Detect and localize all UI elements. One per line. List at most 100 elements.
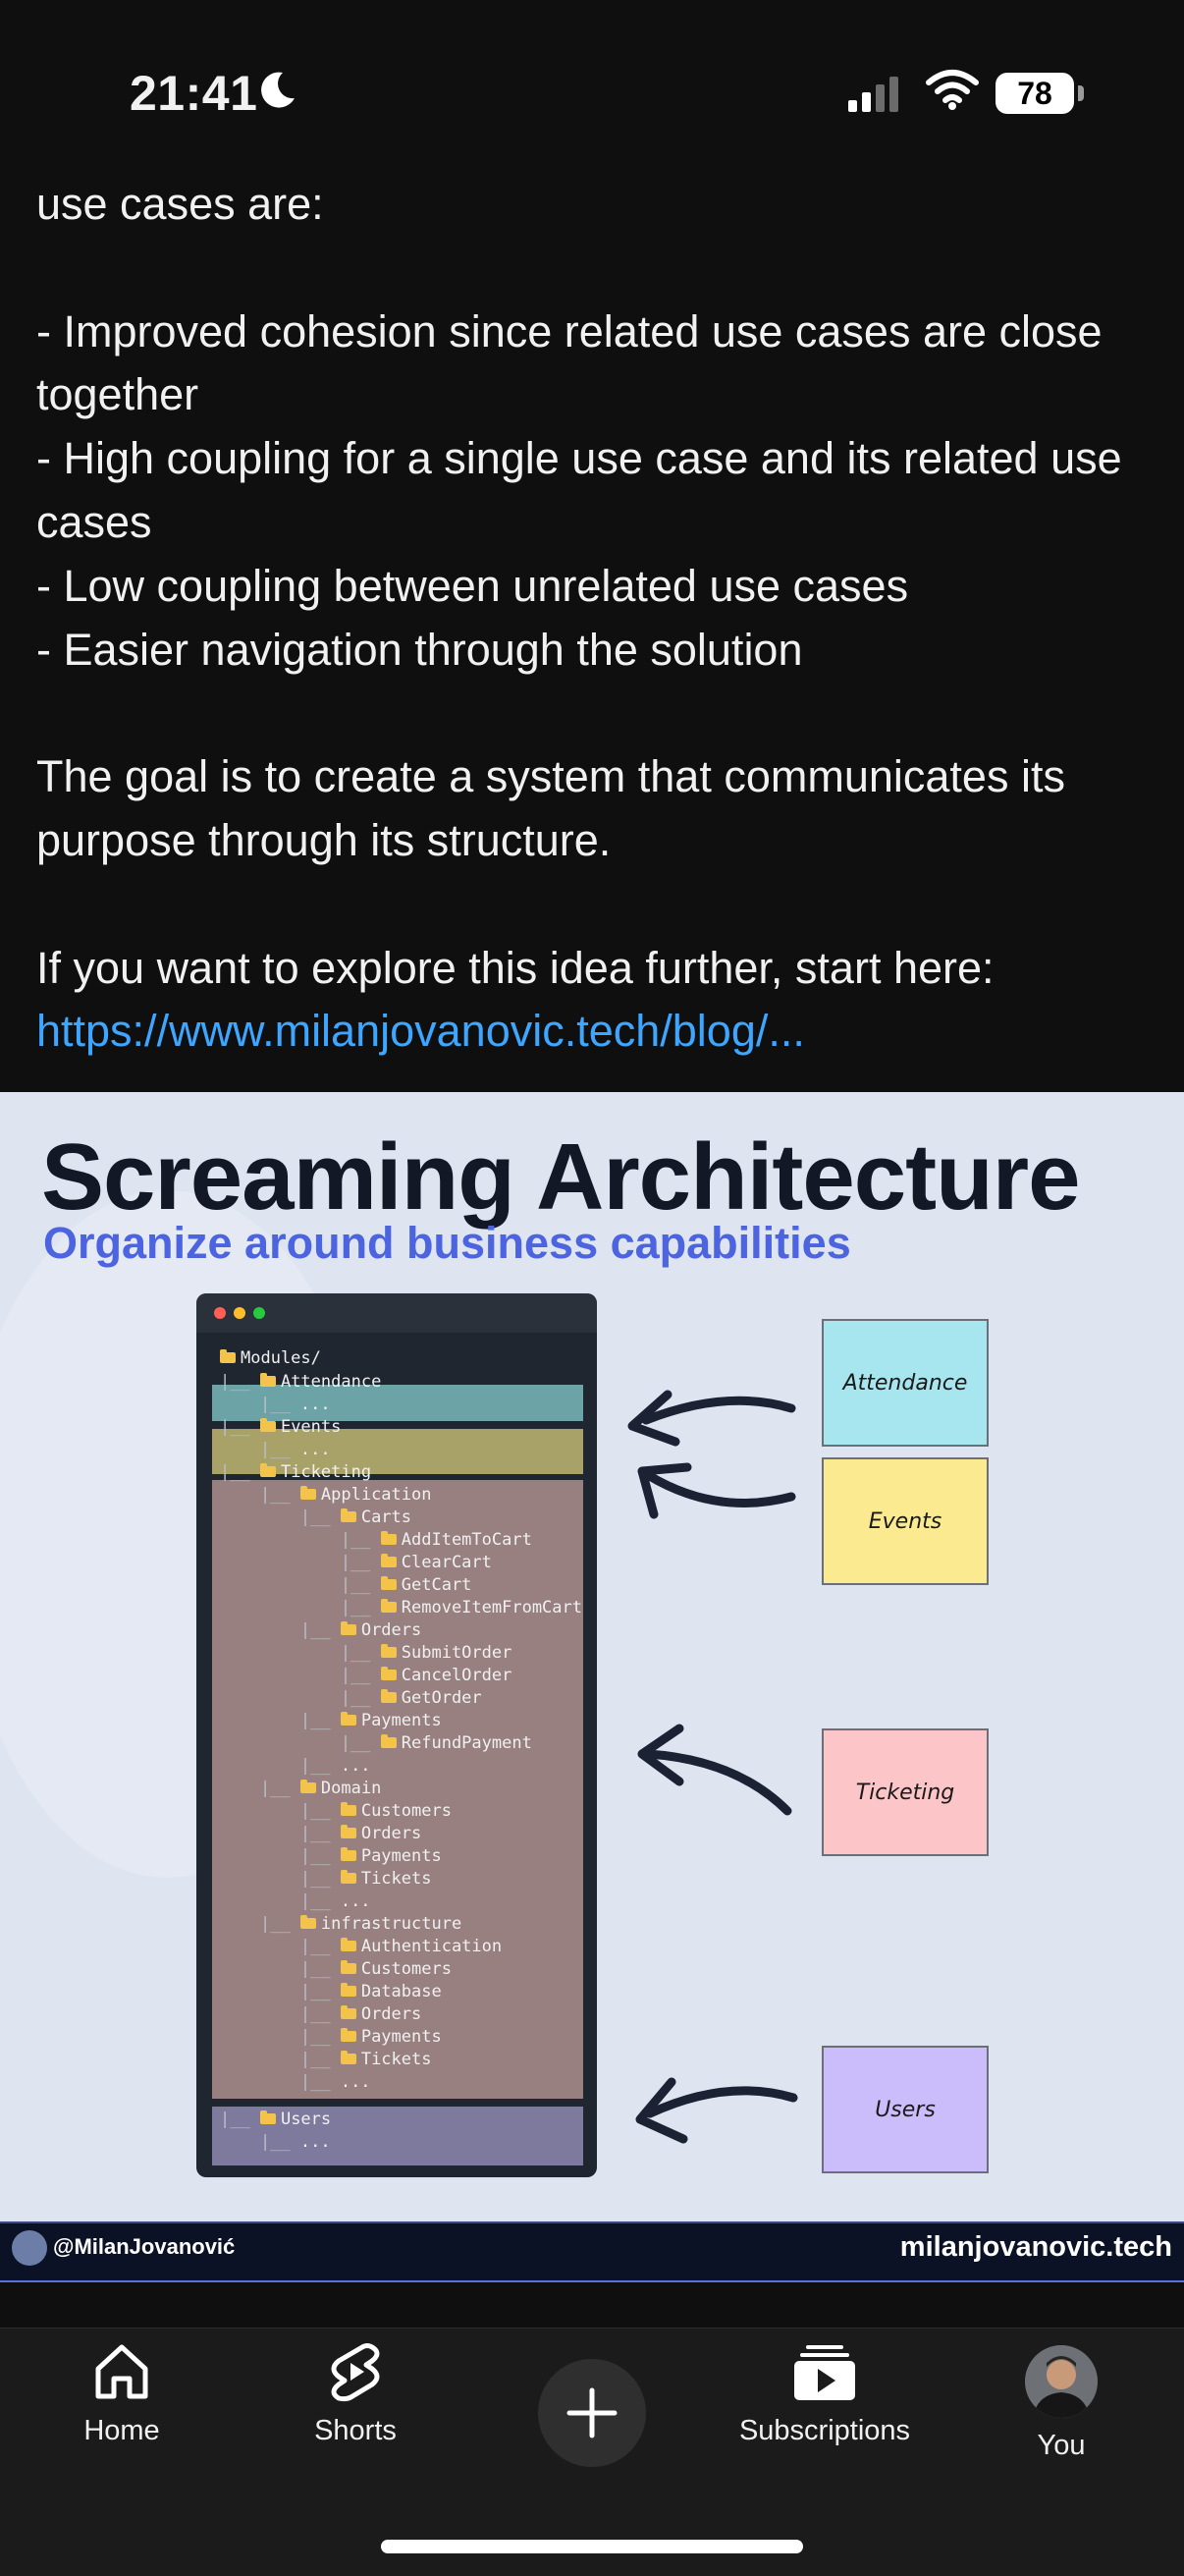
- folder-icon: [220, 1348, 236, 1363]
- tree-branch: |__: [220, 2132, 300, 2152]
- description-line: [36, 237, 1156, 301]
- tree-item: |__ CancelOrder: [220, 1666, 512, 1685]
- tree-branch: |__: [220, 1846, 341, 1866]
- tree-item-label: Carts: [360, 1507, 412, 1527]
- nav-home-label: Home: [83, 2415, 160, 2446]
- tree-item-label: Orders: [360, 1824, 422, 1843]
- attendance-card: Attendance: [822, 1319, 989, 1447]
- folder-icon: [340, 1711, 356, 1726]
- tree-item-label: Modules/: [241, 1348, 321, 1368]
- tree-item-label: Payments: [360, 1846, 442, 1866]
- nav-subscriptions[interactable]: Subscriptions: [727, 2341, 923, 2447]
- folder-icon: [340, 1982, 356, 1997]
- description-line: - Improved cohesion since related use ca…: [36, 305, 1115, 420]
- tree-branch: |__: [220, 1440, 300, 1459]
- folder-icon: [380, 1643, 397, 1658]
- tree-branch: |__: [220, 1937, 341, 1956]
- folder-icon: [340, 1824, 356, 1838]
- folder-icon: [299, 1485, 316, 1500]
- arrow-icon: [637, 1462, 796, 1519]
- video-thumbnail[interactable]: Screaming Architecture Organize around b…: [0, 1092, 1184, 2221]
- tree-branch: |__: [220, 1666, 381, 1685]
- tree-item: |__ Customers: [220, 1801, 452, 1821]
- tree-branch: |__: [220, 1711, 341, 1730]
- tree-branch: |__: [220, 1959, 341, 1979]
- tree-branch: |__: [220, 1575, 381, 1595]
- tree-item-label: Domain: [320, 1779, 382, 1798]
- folder-icon: [380, 1666, 397, 1680]
- tree-item: |__ Application: [220, 1485, 432, 1505]
- video-description: use cases are: - Improved cohesion since…: [36, 173, 1156, 1064]
- description-link[interactable]: https://www.milanjovanovic.tech/blog/...: [36, 1000, 1156, 1064]
- window-close-dot: [214, 1307, 226, 1319]
- battery-indicator: 78: [996, 73, 1074, 114]
- tree-item-label: ...: [299, 1395, 331, 1414]
- home-icon: [95, 2344, 148, 2399]
- tree-branch: |__: [220, 1462, 260, 1482]
- you-avatar[interactable]: [1025, 2345, 1098, 2418]
- tree-branch: |__: [220, 1914, 300, 1934]
- folder-icon: [299, 1914, 316, 1929]
- tree-item: |__ infrastructure: [220, 1914, 461, 1934]
- tree-item: |__ ...: [220, 2132, 331, 2152]
- tree-item-label: Customers: [360, 1801, 452, 1821]
- tree-branch: |__: [220, 1507, 341, 1527]
- tree-item-label: GetCart: [401, 1575, 472, 1595]
- tree-item-label: Application: [320, 1485, 432, 1505]
- folder-icon: [380, 1598, 397, 1613]
- events-card: Events: [822, 1457, 989, 1585]
- tree-item-label: Customers: [360, 1959, 452, 1979]
- tree-branch: |__: [220, 1485, 300, 1505]
- folder-icon: [299, 1779, 316, 1793]
- tree-item-label: infrastructure: [320, 1914, 462, 1934]
- tree-branch: |__: [220, 1395, 300, 1414]
- tree-branch: |__: [220, 1891, 341, 1911]
- tree-item: |__ AddItemToCart: [220, 1530, 532, 1550]
- tree-branch: |__: [220, 1756, 341, 1776]
- tree-branch: |__: [220, 2050, 341, 2069]
- tree-branch: |__: [220, 2110, 260, 2129]
- nav-shorts[interactable]: Shorts: [257, 2341, 454, 2447]
- tree-item: |__ ...: [220, 1440, 331, 1459]
- folder-icon: [340, 1869, 356, 1884]
- description-line: - Low coupling between unrelated use cas…: [36, 560, 909, 611]
- tree-item: |__ ...: [220, 2072, 371, 2092]
- tree-item: |__ ...: [220, 1891, 371, 1911]
- tree-item-label: Users: [280, 2110, 332, 2129]
- folder-icon: [380, 1575, 397, 1590]
- folder-icon: [380, 1530, 397, 1545]
- description-line: The goal is to create a system that comm…: [36, 751, 1078, 865]
- nav-home[interactable]: Home: [24, 2341, 220, 2447]
- tree-item: |__ Ticketing: [220, 1462, 371, 1482]
- tree-branch: |__: [220, 2004, 341, 2024]
- folder-icon: [340, 1620, 356, 1635]
- nav-you[interactable]: You: [963, 2430, 1159, 2462]
- tree-item: |__ Orders: [220, 2004, 421, 2024]
- tree-item: |__ Tickets: [220, 2050, 432, 2069]
- channel-website: milanjovanovic.tech: [899, 2231, 1172, 2263]
- folder-icon: [259, 2110, 276, 2124]
- ticketing-card: Ticketing: [822, 1728, 989, 1856]
- tree-item-label: Attendance: [280, 1372, 382, 1392]
- status-time: 21:41: [130, 66, 258, 121]
- arrow-icon: [637, 1724, 792, 1816]
- folder-icon: [380, 1553, 397, 1567]
- folder-tree-window: Modules/|__ Attendance |__ ... |__ Events…: [196, 1293, 597, 2177]
- tree-branch: |__: [220, 1553, 381, 1572]
- create-button[interactable]: [538, 2359, 646, 2467]
- tree-item: |__ Authentication: [220, 1937, 502, 1956]
- folder-icon: [340, 2004, 356, 2019]
- tree-item: |__ Users: [220, 2110, 331, 2129]
- subscriptions-icon: [794, 2345, 855, 2400]
- tree-branch: |__: [220, 1982, 341, 2001]
- shorts-icon: [331, 2343, 380, 2402]
- tree-item: |__ Payments: [220, 1711, 442, 1730]
- thumbnail-title: Screaming Architecture: [41, 1124, 1080, 1230]
- tree-branch: |__: [220, 1869, 341, 1889]
- description-line: - Easier navigation through the solution: [36, 624, 803, 675]
- tree-item: |__ SubmitOrder: [220, 1643, 512, 1663]
- folder-icon: [259, 1372, 276, 1387]
- folder-icon: [340, 1937, 356, 1951]
- tree-item: |__ Customers: [220, 1959, 452, 1979]
- nav-subscriptions-label: Subscriptions: [738, 2415, 911, 2446]
